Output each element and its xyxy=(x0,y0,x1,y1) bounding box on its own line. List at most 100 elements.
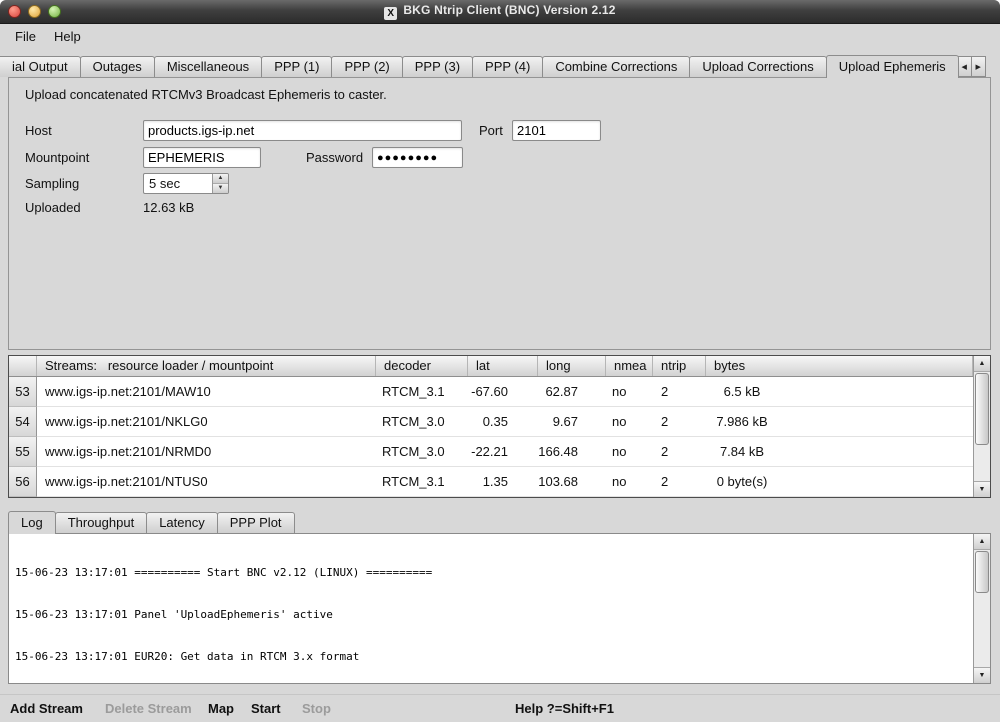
cell-lat: -22.21 xyxy=(468,437,538,466)
tab-ppp-1[interactable]: PPP (1) xyxy=(261,56,332,77)
tab-latency[interactable]: Latency xyxy=(146,512,218,533)
cell-long: 103.68 xyxy=(538,467,606,496)
cell-resource: www.igs-ip.net:2101/NRMD0 xyxy=(37,437,376,466)
stream-row[interactable]: 53 www.igs-ip.net:2101/MAW10 RTCM_3.1 -6… xyxy=(9,377,990,407)
sampling-value: 5 sec xyxy=(144,174,212,193)
stream-row[interactable]: 54 www.igs-ip.net:2101/NKLG0 RTCM_3.0 0.… xyxy=(9,407,990,437)
streams-scrollbar[interactable]: ▲ ▼ xyxy=(973,356,990,497)
map-button[interactable]: Map xyxy=(208,701,234,716)
tab-log[interactable]: Log xyxy=(8,511,56,534)
window-controls xyxy=(8,5,61,18)
mountpoint-input[interactable] xyxy=(143,147,261,168)
cell-decoder: RTCM_3.1 xyxy=(376,377,468,406)
port-label: Port xyxy=(479,123,503,138)
host-label: Host xyxy=(25,123,52,138)
cell-lat: 1.35 xyxy=(468,467,538,496)
row-number: 53 xyxy=(9,377,37,407)
header-decoder[interactable]: decoder xyxy=(376,356,468,376)
cell-bytes: 6.5 kB xyxy=(706,377,778,406)
host-input[interactable] xyxy=(143,120,462,141)
tab-ppp-2[interactable]: PPP (2) xyxy=(331,56,402,77)
minimize-button[interactable] xyxy=(28,5,41,18)
header-long[interactable]: long xyxy=(538,356,606,376)
mountpoint-label: Mountpoint xyxy=(25,150,89,165)
log-tab-bar: Log Throughput Latency PPP Plot xyxy=(8,511,294,534)
cell-nmea: no xyxy=(606,407,653,436)
header-nmea[interactable]: nmea xyxy=(606,356,653,376)
sampling-spinbox[interactable]: 5 sec ▲ ▼ xyxy=(143,173,229,194)
cell-decoder: RTCM_3.0 xyxy=(376,407,468,436)
cell-nmea: no xyxy=(606,437,653,466)
cell-bytes: 7.84 kB xyxy=(706,437,778,466)
zoom-button[interactable] xyxy=(48,5,61,18)
tab-scroll-left-button[interactable]: ◀ xyxy=(957,56,972,77)
tab-miscellaneous[interactable]: Miscellaneous xyxy=(154,56,262,77)
add-stream-button[interactable]: Add Stream xyxy=(10,701,83,716)
tab-serial-output[interactable]: ial Output xyxy=(0,56,81,77)
tab-scroll-controls: ◀ ▶ xyxy=(958,56,986,77)
cell-ntrip: 2 xyxy=(653,437,706,466)
log-pane: 15-06-23 13:17:01 ========== Start BNC v… xyxy=(8,533,991,684)
tab-throughput[interactable]: Throughput xyxy=(55,512,148,533)
tab-ppp-3[interactable]: PPP (3) xyxy=(402,56,473,77)
tab-upload-corrections[interactable]: Upload Corrections xyxy=(689,56,826,77)
stop-button[interactable]: Stop xyxy=(302,701,331,716)
cell-lat: -67.60 xyxy=(468,377,538,406)
header-ntrip[interactable]: ntrip xyxy=(653,356,706,376)
row-number: 55 xyxy=(9,437,37,467)
spin-up-icon[interactable]: ▲ xyxy=(213,174,228,184)
start-button[interactable]: Start xyxy=(251,701,281,716)
cell-long: 166.48 xyxy=(538,437,606,466)
spin-down-icon[interactable]: ▼ xyxy=(213,184,228,193)
x11-icon: X xyxy=(384,7,397,20)
tab-ppp-plot[interactable]: PPP Plot xyxy=(217,512,295,533)
table-corner xyxy=(9,356,37,376)
tab-upload-ephemeris[interactable]: Upload Ephemeris xyxy=(826,55,959,78)
window-title: XBKG Ntrip Client (BNC) Version 2.12 xyxy=(0,3,1000,20)
help-shortcut-label: Help ?=Shift+F1 xyxy=(515,701,614,716)
tab-outages[interactable]: Outages xyxy=(80,56,155,77)
log-output: 15-06-23 13:17:01 ========== Start BNC v… xyxy=(10,535,972,682)
cell-long: 62.87 xyxy=(538,377,606,406)
header-lat[interactable]: lat xyxy=(468,356,538,376)
cell-resource: www.igs-ip.net:2101/NTUS0 xyxy=(37,467,376,496)
menu-help[interactable]: Help xyxy=(45,26,90,47)
chevron-right-icon: ▶ xyxy=(975,63,980,71)
log-scrollbar[interactable]: ▲ ▼ xyxy=(973,534,990,683)
config-tab-bar: ial Output Outages Miscellaneous PPP (1)… xyxy=(0,55,984,78)
stream-row[interactable]: 55 www.igs-ip.net:2101/NRMD0 RTCM_3.0 -2… xyxy=(9,437,990,467)
cell-lat: 0.35 xyxy=(468,407,538,436)
cell-ntrip: 2 xyxy=(653,407,706,436)
panel-description: Upload concatenated RTCMv3 Broadcast Eph… xyxy=(25,87,387,102)
titlebar: XBKG Ntrip Client (BNC) Version 2.12 xyxy=(0,0,1000,24)
tab-scroll-right-button[interactable]: ▶ xyxy=(971,56,986,77)
scrollbar-thumb[interactable] xyxy=(975,551,989,593)
password-input[interactable] xyxy=(372,147,463,168)
cell-nmea: no xyxy=(606,467,653,496)
stream-row[interactable]: 56 www.igs-ip.net:2101/NTUS0 RTCM_3.1 1.… xyxy=(9,467,990,497)
menu-file[interactable]: File xyxy=(6,26,45,47)
menubar: File Help xyxy=(0,24,1000,49)
port-input[interactable] xyxy=(512,120,601,141)
streams-table-header: Streams: resource loader / mountpoint de… xyxy=(9,356,990,377)
log-line: 15-06-23 13:17:01 ========== Start BNC v… xyxy=(15,566,972,580)
bottom-action-bar: Add Stream Delete Stream Map Start Stop … xyxy=(0,694,1000,722)
header-bytes[interactable]: bytes xyxy=(706,356,973,376)
close-button[interactable] xyxy=(8,5,21,18)
scroll-up-icon[interactable]: ▲ xyxy=(974,534,990,550)
scrollbar-thumb[interactable] xyxy=(975,373,989,445)
cell-bytes: 7.986 kB xyxy=(706,407,778,436)
cell-ntrip: 2 xyxy=(653,377,706,406)
scroll-down-icon[interactable]: ▼ xyxy=(974,481,990,497)
header-resource[interactable]: Streams: resource loader / mountpoint xyxy=(37,356,376,376)
app-window: XBKG Ntrip Client (BNC) Version 2.12 Fil… xyxy=(0,0,1000,722)
delete-stream-button[interactable]: Delete Stream xyxy=(105,701,192,716)
scroll-up-icon[interactable]: ▲ xyxy=(974,356,990,372)
cell-resource: www.igs-ip.net:2101/MAW10 xyxy=(37,377,376,406)
tab-ppp-4[interactable]: PPP (4) xyxy=(472,56,543,77)
scroll-down-icon[interactable]: ▼ xyxy=(974,667,990,683)
row-number: 54 xyxy=(9,407,37,437)
tab-combine-corrections[interactable]: Combine Corrections xyxy=(542,56,690,77)
password-label: Password xyxy=(306,150,363,165)
cell-ntrip: 2 xyxy=(653,467,706,496)
